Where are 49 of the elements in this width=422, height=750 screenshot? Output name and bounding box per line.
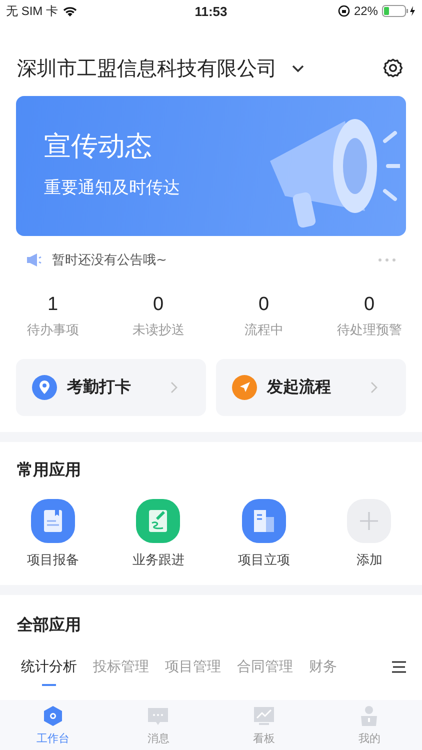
chevron-right-icon (170, 381, 178, 394)
battery-percent: 22% (354, 4, 378, 18)
tab-bar-item[interactable]: 消息 (106, 700, 211, 750)
chevron-down-icon (291, 64, 305, 72)
battery-charging-icon (382, 5, 416, 17)
app-shortcut[interactable]: 项目报备 (0, 499, 106, 569)
hexagon-icon (42, 704, 64, 726)
stat-value: 0 (364, 294, 375, 316)
chart-board-icon (252, 704, 275, 726)
note-pen-icon (136, 499, 180, 543)
chevron-right-icon (370, 381, 378, 394)
app-shortcut[interactable]: 业务跟进 (106, 499, 211, 569)
tab-bar-item[interactable]: 工作台 (0, 700, 106, 750)
menu-icon[interactable] (392, 661, 406, 673)
section-title: 常用应用 (16, 460, 82, 481)
document-icon (30, 499, 75, 543)
category-tab[interactable]: 统计分析 (21, 658, 77, 686)
category-tab[interactable]: 项目管理 (165, 658, 221, 686)
category-tab[interactable]: 财务 (309, 658, 337, 686)
carrier-label: 无 SIM 卡 (6, 2, 58, 20)
stat-label[interactable]: 待办事项 (26, 321, 79, 339)
plus-icon (347, 499, 392, 543)
banner-title: 宣传动态 (44, 130, 153, 164)
company-selector[interactable]: 深圳市工盟信息科技有限公司 (17, 54, 305, 82)
stat-label[interactable]: 待处理预警 (336, 321, 402, 339)
stat-label[interactable]: 未读抄送 (132, 321, 184, 339)
stat-value: 0 (258, 294, 270, 316)
stat-label[interactable]: 流程中 (244, 321, 284, 339)
promo-banner[interactable]: 宣传动态 重要通知及时传达 (16, 96, 406, 236)
app-shortcut[interactable]: 添加 (316, 499, 422, 569)
tab-bar-item[interactable]: 我的 (316, 700, 422, 750)
status-time: 11:53 (194, 4, 228, 18)
building-icon (242, 499, 286, 543)
app-shortcut[interactable]: 项目立项 (211, 499, 316, 569)
category-tab[interactable]: 投标管理 (93, 658, 149, 686)
settings-icon[interactable] (382, 57, 404, 79)
shortcut-card[interactable]: 发起流程 (216, 359, 406, 416)
shortcut-card[interactable]: 考勤打卡 (16, 359, 206, 416)
stat-value: 0 (152, 294, 164, 316)
banner-subtitle: 重要通知及时传达 (44, 176, 180, 198)
wifi-icon (62, 5, 78, 17)
megaphone-icon (26, 253, 42, 267)
stat-value: 1 (47, 294, 58, 316)
section-title: 全部应用 (16, 615, 82, 636)
location-pin-icon (32, 375, 57, 400)
category-tab[interactable]: 合同管理 (237, 658, 293, 686)
notice-text: 暂时还没有公告哦~ (52, 252, 167, 269)
rotation-lock-icon (338, 5, 350, 17)
tab-bar-item[interactable]: 看板 (211, 700, 316, 750)
